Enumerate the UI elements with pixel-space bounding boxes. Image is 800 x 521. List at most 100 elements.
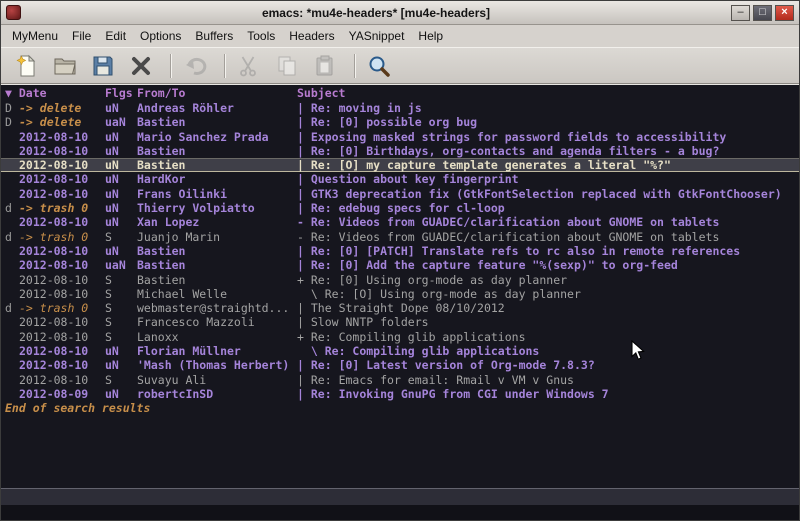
message-subject: | Re: Emacs for email: Rmail v VM v Gnus [297, 373, 799, 387]
message-subject: | Exposing masked strings for password f… [297, 130, 799, 144]
message-subject: | Re: [0] [PATCH] Translate refs to rc a… [297, 244, 799, 258]
subject-text: Re: [0] Birthdays, org-contacts and agen… [311, 144, 720, 158]
message-from: 'Mash (Thomas Herbert) [137, 358, 297, 372]
message-from: Bastien [137, 144, 297, 158]
subject-text: Re: Emacs for email: Rmail v VM v Gnus [311, 373, 574, 387]
menu-item[interactable]: Buffers [188, 26, 240, 46]
message-row[interactable]: D-> deleteuNAndreas Röhler| Re: moving i… [1, 101, 799, 115]
thread-char: | [297, 187, 304, 201]
toolbar-separator [224, 54, 226, 78]
end-of-search-results: End of search results [1, 401, 799, 415]
message-row[interactable]: 2012-08-10uNMario Sanchez Prada| Exposin… [1, 130, 799, 144]
thread-char: | [297, 172, 304, 186]
thread-char: | [297, 258, 304, 272]
message-flags: uaN [105, 258, 137, 272]
message-row[interactable]: 2012-08-10uNHardKor| Question about key … [1, 172, 799, 186]
message-subject: \ Re: [O] Using org-mode as day planner [297, 287, 799, 301]
thread-char: | [297, 358, 304, 372]
message-row[interactable]: 2012-08-10SLanoxx+ Re: Compiling glib ap… [1, 330, 799, 344]
menu-item[interactable]: Options [133, 26, 188, 46]
message-subject: | Re: [0] possible org bug [297, 115, 799, 129]
column-flags[interactable]: Flgs [105, 85, 137, 101]
window-controls: – □ × [731, 5, 794, 21]
message-from: Frans Oilinki [137, 187, 297, 201]
message-row[interactable]: 2012-08-10SMichael Welle \ Re: [O] Using… [1, 287, 799, 301]
menu-item[interactable]: Edit [98, 26, 133, 46]
message-date: 2012-08-10 [19, 315, 105, 329]
new-file-button[interactable] [11, 51, 43, 81]
message-row[interactable]: 2012-08-10uNBastien| Re: [0] Birthdays, … [1, 144, 799, 158]
message-row[interactable]: 2012-08-10uNFrans Oilinki| GTK3 deprecat… [1, 187, 799, 201]
message-from: Thierry Volpiatto [137, 201, 297, 215]
message-row[interactable]: d-> trash 0SJuanjo Marin- Re: Videos fro… [1, 230, 799, 244]
close-button[interactable]: × [775, 5, 794, 21]
mark-prefix [5, 358, 19, 372]
mark-prefix [5, 187, 19, 201]
kill-buffer-button[interactable] [125, 51, 157, 81]
message-row[interactable]: 2012-08-10SFrancesco Mazzoli| Slow NNTP … [1, 315, 799, 329]
search-button[interactable] [363, 51, 395, 81]
message-flags: uN [105, 172, 137, 186]
thread-char: | [297, 115, 304, 129]
magnifier-icon [367, 54, 391, 78]
menu-item[interactable]: Headers [282, 26, 341, 46]
column-date[interactable]: ▼ Date [5, 85, 105, 101]
message-row[interactable]: 2012-08-10SSuvayu Ali| Re: Emacs for ema… [1, 373, 799, 387]
menu-item[interactable]: MyMenu [5, 26, 65, 46]
titlebar[interactable]: emacs: *mu4e-headers* [mu4e-headers] – □… [1, 1, 799, 25]
menu-item[interactable]: Help [411, 26, 450, 46]
message-date: -> trash 0 [19, 301, 105, 315]
message-date: 2012-08-10 [19, 158, 105, 172]
column-subject[interactable]: Subject [297, 85, 799, 101]
thread-char: | [297, 101, 304, 115]
message-from: Florian Müllner [137, 344, 297, 358]
message-row[interactable]: 2012-08-10uNBastien| Re: [0] [PATCH] Tra… [1, 244, 799, 258]
mark-prefix [5, 158, 19, 172]
column-from[interactable]: From/To [137, 85, 297, 101]
message-subject: | Re: [O] my capture template generates … [297, 158, 799, 172]
message-list: D-> deleteuNAndreas Röhler| Re: moving i… [1, 101, 799, 401]
subject-text: Re: [0] Using org-mode as day planner [311, 273, 567, 287]
message-row[interactable]: 2012-08-10uN'Mash (Thomas Herbert)| Re: … [1, 358, 799, 372]
subject-text: Exposing masked strings for password fie… [311, 130, 726, 144]
mark-prefix [5, 287, 19, 301]
subject-text: Slow NNTP folders [311, 315, 429, 329]
minimize-button[interactable]: – [731, 5, 750, 21]
message-row[interactable]: 2012-08-10uNXan Lopez- Re: Videos from G… [1, 215, 799, 229]
message-flags: S [105, 230, 137, 244]
open-folder-icon [53, 54, 77, 78]
message-row[interactable]: 2012-08-10uaNBastien| Re: [0] Add the ca… [1, 258, 799, 272]
message-from: robertcInSD [137, 387, 297, 401]
subject-text: Re: [0] Add the capture feature "%(sexp)… [311, 258, 678, 272]
message-row[interactable]: 2012-08-10uNFlorian Müllner \ Re: Compil… [1, 344, 799, 358]
mark-prefix [5, 215, 19, 229]
message-subject: | Re: edebug specs for cl-loop [297, 201, 799, 215]
message-row[interactable]: D-> deleteuaNBastien| Re: [0] possible o… [1, 115, 799, 129]
menu-item[interactable]: Tools [240, 26, 282, 46]
message-flags: uN [105, 344, 137, 358]
echo-area[interactable] [1, 505, 799, 520]
undo-button [179, 51, 211, 81]
maximize-button[interactable]: □ [753, 5, 772, 21]
save-buffer-button[interactable] [87, 51, 119, 81]
message-flags: uN [105, 358, 137, 372]
message-date: 2012-08-10 [19, 258, 105, 272]
message-subject: | Re: [0] Latest version of Org-mode 7.8… [297, 358, 799, 372]
message-date: 2012-08-10 [19, 244, 105, 258]
subject-text: Re: [0] [PATCH] Translate refs to rc als… [311, 244, 740, 258]
message-subject: | Slow NNTP folders [297, 315, 799, 329]
mark-prefix [5, 130, 19, 144]
menu-item[interactable]: File [65, 26, 98, 46]
message-flags: uN [105, 387, 137, 401]
message-row[interactable]: 2012-08-10uNBastien| Re: [O] my capture … [1, 158, 799, 172]
message-date: 2012-08-10 [19, 187, 105, 201]
message-row[interactable]: d-> trash 0Swebmaster@straightd...| The … [1, 301, 799, 315]
message-row[interactable]: 2012-08-10SBastien+ Re: [0] Using org-mo… [1, 273, 799, 287]
message-subject: | Re: [0] Add the capture feature "%(sex… [297, 258, 799, 272]
message-row[interactable]: d-> trash 0uNThierry Volpiatto| Re: edeb… [1, 201, 799, 215]
open-file-button[interactable] [49, 51, 81, 81]
menu-item[interactable]: YASnippet [342, 26, 412, 46]
thread-char: | [297, 315, 304, 329]
message-row[interactable]: 2012-08-09uNrobertcInSD| Re: Invoking Gn… [1, 387, 799, 401]
message-flags: S [105, 373, 137, 387]
